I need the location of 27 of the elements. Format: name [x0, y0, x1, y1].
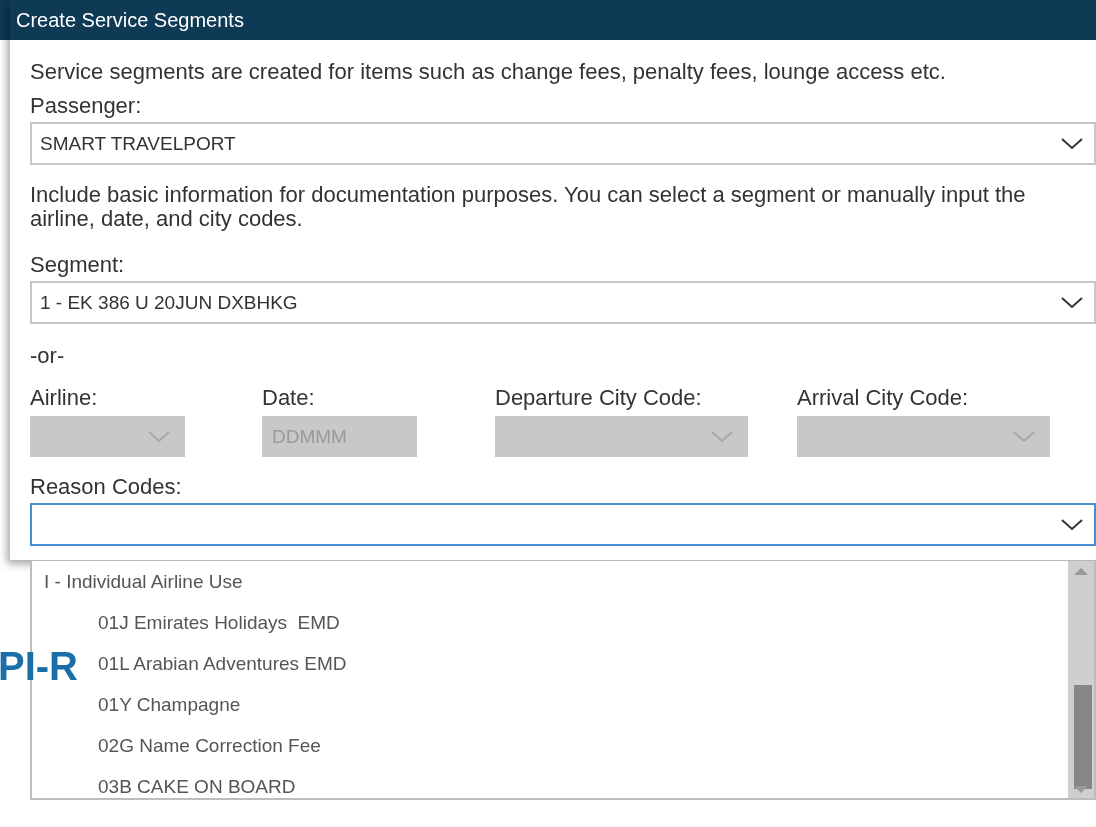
dialog-title: Create Service Segments	[16, 8, 244, 32]
list-option[interactable]: 01Y Champagne	[98, 692, 241, 733]
page-heading: PI-R	[0, 643, 78, 690]
field-label: Departure City Code:	[495, 386, 703, 410]
chevron-down-icon	[147, 429, 171, 444]
list-option[interactable]: 02G Name Correction Fee	[98, 733, 321, 774]
info-text: Include basic information for documentation purposes. You can select a segment or manually input the airline, date, and city codes.	[30, 183, 1027, 231]
field-label: Date:	[262, 386, 316, 410]
reason-codes-dropdown[interactable]	[30, 503, 1096, 546]
field-label: Segment:	[30, 253, 126, 277]
chevron-down-icon	[1060, 517, 1084, 532]
field-label: Passenger:	[30, 94, 143, 118]
passenger-dropdown[interactable]: SMART TRAVELPORT	[30, 122, 1096, 165]
list-option[interactable]: 03B CAKE ON BOARD	[98, 774, 296, 815]
list-option[interactable]: 01J Emirates Holidays EMD	[98, 610, 340, 651]
chevron-down-icon	[1012, 429, 1036, 444]
chevron-down-icon	[1060, 136, 1084, 151]
field-label: Arrival City Code:	[797, 386, 970, 410]
intro-text: Service segments are created for items such as change fees, penalty fees, lounge access etc.	[30, 60, 947, 84]
field-label: Reason Codes:	[30, 475, 183, 499]
or-text: -or-	[30, 344, 66, 368]
chevron-down-icon	[710, 429, 734, 444]
list-group-header: I - Individual Airline Use	[44, 570, 243, 594]
field-label: Airline:	[30, 386, 99, 410]
chevron-down-icon	[1060, 295, 1084, 310]
segment-dropdown[interactable]: 1 - EK 386 U 20JUN DXBHKG	[30, 281, 1096, 324]
list-option[interactable]: 01L Arabian Adventures EMD	[98, 651, 347, 692]
